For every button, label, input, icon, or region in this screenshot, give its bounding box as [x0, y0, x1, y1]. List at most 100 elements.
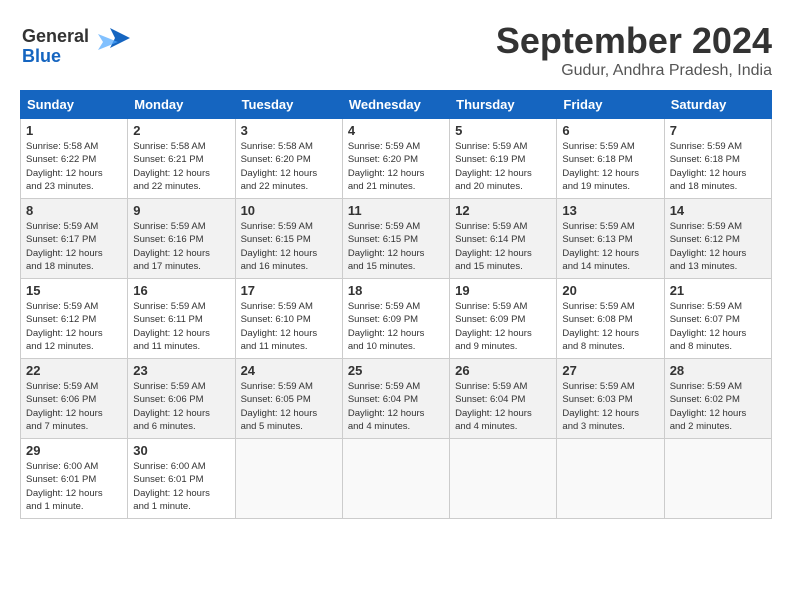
day-info: Sunrise: 5:59 AMSunset: 6:06 PMDaylight:…: [26, 380, 122, 433]
day-info: Sunrise: 5:59 AMSunset: 6:05 PMDaylight:…: [241, 380, 337, 433]
header: General Blue September 2024 Gudur, Andhr…: [20, 20, 772, 80]
calendar-cell: 4 Sunrise: 5:59 AMSunset: 6:20 PMDayligh…: [342, 119, 449, 199]
day-info: Sunrise: 5:59 AMSunset: 6:15 PMDaylight:…: [348, 220, 444, 273]
calendar-cell: 10 Sunrise: 5:59 AMSunset: 6:15 PMDaylig…: [235, 199, 342, 279]
day-number: 11: [348, 203, 444, 218]
calendar-cell: 30 Sunrise: 6:00 AMSunset: 6:01 PMDaylig…: [128, 439, 235, 519]
svg-text:Blue: Blue: [22, 46, 61, 66]
day-number: 12: [455, 203, 551, 218]
week-row-5: 29 Sunrise: 6:00 AMSunset: 6:01 PMDaylig…: [21, 439, 772, 519]
col-friday: Friday: [557, 91, 664, 119]
calendar-cell: [664, 439, 771, 519]
day-number: 15: [26, 283, 122, 298]
day-info: Sunrise: 5:59 AMSunset: 6:04 PMDaylight:…: [348, 380, 444, 433]
calendar-cell: [450, 439, 557, 519]
day-info: Sunrise: 5:59 AMSunset: 6:17 PMDaylight:…: [26, 220, 122, 273]
day-number: 28: [670, 363, 766, 378]
calendar-cell: 25 Sunrise: 5:59 AMSunset: 6:04 PMDaylig…: [342, 359, 449, 439]
day-info: Sunrise: 5:59 AMSunset: 6:19 PMDaylight:…: [455, 140, 551, 193]
col-thursday: Thursday: [450, 91, 557, 119]
day-info: Sunrise: 6:00 AMSunset: 6:01 PMDaylight:…: [26, 460, 122, 513]
calendar-cell: 21 Sunrise: 5:59 AMSunset: 6:07 PMDaylig…: [664, 279, 771, 359]
calendar-cell: 3 Sunrise: 5:58 AMSunset: 6:20 PMDayligh…: [235, 119, 342, 199]
day-number: 29: [26, 443, 122, 458]
logo: General Blue: [20, 20, 130, 75]
day-number: 5: [455, 123, 551, 138]
calendar-cell: 2 Sunrise: 5:58 AMSunset: 6:21 PMDayligh…: [128, 119, 235, 199]
col-wednesday: Wednesday: [342, 91, 449, 119]
calendar-cell: [235, 439, 342, 519]
day-info: Sunrise: 5:59 AMSunset: 6:11 PMDaylight:…: [133, 300, 229, 353]
day-number: 10: [241, 203, 337, 218]
calendar-cell: 28 Sunrise: 5:59 AMSunset: 6:02 PMDaylig…: [664, 359, 771, 439]
day-info: Sunrise: 5:59 AMSunset: 6:02 PMDaylight:…: [670, 380, 766, 433]
calendar-cell: 12 Sunrise: 5:59 AMSunset: 6:14 PMDaylig…: [450, 199, 557, 279]
day-number: 26: [455, 363, 551, 378]
day-number: 4: [348, 123, 444, 138]
day-number: 17: [241, 283, 337, 298]
day-number: 2: [133, 123, 229, 138]
calendar-cell: 5 Sunrise: 5:59 AMSunset: 6:19 PMDayligh…: [450, 119, 557, 199]
day-info: Sunrise: 5:58 AMSunset: 6:20 PMDaylight:…: [241, 140, 337, 193]
calendar-cell: 9 Sunrise: 5:59 AMSunset: 6:16 PMDayligh…: [128, 199, 235, 279]
col-tuesday: Tuesday: [235, 91, 342, 119]
calendar-cell: 19 Sunrise: 5:59 AMSunset: 6:09 PMDaylig…: [450, 279, 557, 359]
week-row-3: 15 Sunrise: 5:59 AMSunset: 6:12 PMDaylig…: [21, 279, 772, 359]
calendar-cell: [557, 439, 664, 519]
day-info: Sunrise: 5:59 AMSunset: 6:08 PMDaylight:…: [562, 300, 658, 353]
calendar-cell: 1 Sunrise: 5:58 AMSunset: 6:22 PMDayligh…: [21, 119, 128, 199]
day-info: Sunrise: 5:59 AMSunset: 6:12 PMDaylight:…: [26, 300, 122, 353]
calendar-cell: 20 Sunrise: 5:59 AMSunset: 6:08 PMDaylig…: [557, 279, 664, 359]
calendar-cell: 17 Sunrise: 5:59 AMSunset: 6:10 PMDaylig…: [235, 279, 342, 359]
calendar-cell: 18 Sunrise: 5:59 AMSunset: 6:09 PMDaylig…: [342, 279, 449, 359]
day-info: Sunrise: 5:59 AMSunset: 6:18 PMDaylight:…: [562, 140, 658, 193]
day-info: Sunrise: 5:59 AMSunset: 6:16 PMDaylight:…: [133, 220, 229, 273]
col-saturday: Saturday: [664, 91, 771, 119]
day-info: Sunrise: 5:59 AMSunset: 6:14 PMDaylight:…: [455, 220, 551, 273]
week-row-2: 8 Sunrise: 5:59 AMSunset: 6:17 PMDayligh…: [21, 199, 772, 279]
title-area: September 2024 Gudur, Andhra Pradesh, In…: [496, 20, 772, 80]
logo-content: General Blue: [20, 20, 130, 75]
calendar: Sunday Monday Tuesday Wednesday Thursday…: [20, 90, 772, 519]
location-title: Gudur, Andhra Pradesh, India: [496, 62, 772, 80]
day-number: 25: [348, 363, 444, 378]
day-info: Sunrise: 5:59 AMSunset: 6:07 PMDaylight:…: [670, 300, 766, 353]
day-number: 24: [241, 363, 337, 378]
day-info: Sunrise: 5:59 AMSunset: 6:15 PMDaylight:…: [241, 220, 337, 273]
logo-svg: General Blue: [20, 20, 130, 70]
day-info: Sunrise: 5:59 AMSunset: 6:09 PMDaylight:…: [455, 300, 551, 353]
calendar-cell: 27 Sunrise: 5:59 AMSunset: 6:03 PMDaylig…: [557, 359, 664, 439]
day-number: 1: [26, 123, 122, 138]
calendar-cell: 13 Sunrise: 5:59 AMSunset: 6:13 PMDaylig…: [557, 199, 664, 279]
col-sunday: Sunday: [21, 91, 128, 119]
calendar-cell: 7 Sunrise: 5:59 AMSunset: 6:18 PMDayligh…: [664, 119, 771, 199]
day-info: Sunrise: 6:00 AMSunset: 6:01 PMDaylight:…: [133, 460, 229, 513]
day-number: 30: [133, 443, 229, 458]
calendar-cell: 16 Sunrise: 5:59 AMSunset: 6:11 PMDaylig…: [128, 279, 235, 359]
calendar-cell: 8 Sunrise: 5:59 AMSunset: 6:17 PMDayligh…: [21, 199, 128, 279]
month-title: September 2024: [496, 20, 772, 62]
day-number: 8: [26, 203, 122, 218]
day-info: Sunrise: 5:59 AMSunset: 6:04 PMDaylight:…: [455, 380, 551, 433]
svg-text:General: General: [22, 26, 89, 46]
page: General Blue September 2024 Gudur, Andhr…: [0, 0, 792, 612]
day-info: Sunrise: 5:59 AMSunset: 6:18 PMDaylight:…: [670, 140, 766, 193]
calendar-cell: 22 Sunrise: 5:59 AMSunset: 6:06 PMDaylig…: [21, 359, 128, 439]
day-info: Sunrise: 5:58 AMSunset: 6:21 PMDaylight:…: [133, 140, 229, 193]
day-info: Sunrise: 5:59 AMSunset: 6:13 PMDaylight:…: [562, 220, 658, 273]
calendar-cell: 15 Sunrise: 5:59 AMSunset: 6:12 PMDaylig…: [21, 279, 128, 359]
calendar-cell: 6 Sunrise: 5:59 AMSunset: 6:18 PMDayligh…: [557, 119, 664, 199]
calendar-cell: 14 Sunrise: 5:59 AMSunset: 6:12 PMDaylig…: [664, 199, 771, 279]
day-number: 9: [133, 203, 229, 218]
col-monday: Monday: [128, 91, 235, 119]
day-number: 22: [26, 363, 122, 378]
day-info: Sunrise: 5:59 AMSunset: 6:09 PMDaylight:…: [348, 300, 444, 353]
day-number: 27: [562, 363, 658, 378]
day-number: 13: [562, 203, 658, 218]
day-number: 7: [670, 123, 766, 138]
calendar-header-row: Sunday Monday Tuesday Wednesday Thursday…: [21, 91, 772, 119]
day-info: Sunrise: 5:59 AMSunset: 6:03 PMDaylight:…: [562, 380, 658, 433]
day-info: Sunrise: 5:58 AMSunset: 6:22 PMDaylight:…: [26, 140, 122, 193]
day-number: 18: [348, 283, 444, 298]
day-number: 14: [670, 203, 766, 218]
